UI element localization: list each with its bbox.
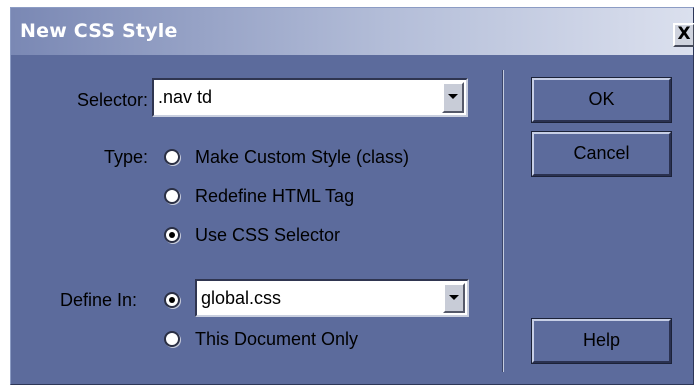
stylesheet-combobox[interactable]: global.css (195, 279, 469, 317)
cancel-button-label: Cancel (573, 143, 630, 163)
stylesheet-dropdown-button[interactable] (443, 283, 465, 313)
selector-value[interactable]: .nav td (158, 86, 212, 108)
dialog-title: New CSS Style (20, 20, 178, 42)
chevron-down-icon (449, 295, 459, 300)
type-label: Type: (103, 147, 148, 167)
ok-button-label: OK (588, 89, 615, 109)
cancel-button[interactable]: Cancel (531, 131, 672, 177)
chevron-down-icon (448, 94, 458, 99)
new-css-style-dialog: New CSS Style X Selector: .nav td Type: … (10, 7, 694, 385)
close-icon: X (677, 24, 691, 44)
make-custom-style-label[interactable]: Make Custom Style (class) (195, 146, 409, 168)
title-bar[interactable]: New CSS Style X (11, 8, 694, 55)
ok-button[interactable]: OK (531, 77, 672, 123)
radio-selected-dot (169, 232, 175, 238)
define-in-label: Define In: (60, 290, 138, 310)
radio-this-document-only[interactable] (164, 331, 180, 347)
close-button[interactable]: X (673, 23, 694, 47)
selector-label: Selector: (76, 90, 148, 110)
radio-redefine-html-tag[interactable] (164, 188, 180, 204)
selector-combobox[interactable]: .nav td (152, 78, 468, 117)
selector-dropdown-button[interactable] (442, 82, 464, 113)
radio-use-css-selector[interactable] (164, 227, 180, 243)
radio-define-in-file[interactable] (164, 292, 180, 308)
stylesheet-value[interactable]: global.css (201, 287, 281, 309)
radio-selected-dot (169, 297, 175, 303)
help-button[interactable]: Help (531, 318, 672, 364)
vertical-separator (502, 70, 504, 372)
redefine-html-tag-label[interactable]: Redefine HTML Tag (195, 185, 354, 207)
use-css-selector-label[interactable]: Use CSS Selector (195, 224, 340, 246)
this-document-only-label[interactable]: This Document Only (195, 328, 358, 350)
help-button-label: Help (582, 330, 621, 350)
radio-make-custom-style[interactable] (164, 149, 180, 165)
